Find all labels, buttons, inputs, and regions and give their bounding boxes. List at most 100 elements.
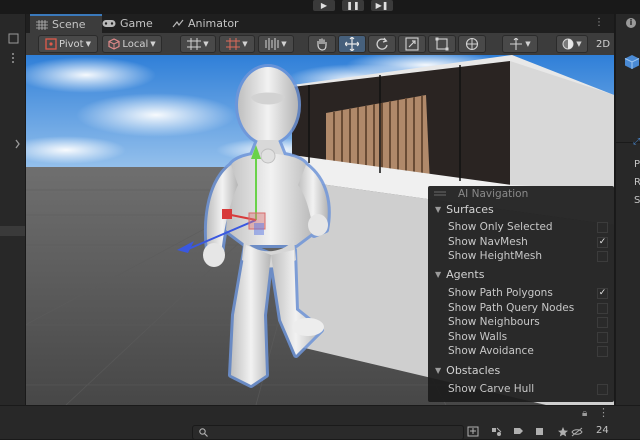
pause-icon: ❚❚: [346, 1, 360, 10]
option-label: Show Walls: [448, 331, 508, 343]
pivot-label: Pivot: [59, 38, 84, 50]
option-show-carve-hull[interactable]: Show Carve Hull: [448, 382, 608, 396]
foldout-arrow-icon: ▼: [435, 205, 442, 214]
chevron-right-icon: [15, 139, 20, 149]
checkbox[interactable]: [597, 250, 608, 262]
section-obstacles-label: Obstacles: [446, 364, 501, 377]
animator-icon: [172, 19, 184, 27]
increment-snap-dropdown[interactable]: ▼: [219, 35, 255, 53]
section-obstacles[interactable]: ▼ Obstacles: [435, 364, 500, 377]
checkbox[interactable]: [597, 331, 608, 343]
option-label: Show Path Query Nodes: [448, 302, 575, 314]
gamepad-icon: [102, 20, 116, 27]
step-button[interactable]: ▶❚: [371, 0, 393, 11]
option-show-path-query-nodes[interactable]: Show Path Query Nodes: [448, 301, 608, 315]
view-2d-toggle[interactable]: 2D: [592, 35, 614, 53]
chevron-down-icon: ▼: [525, 40, 531, 48]
align-dropdown[interactable]: ▼: [258, 35, 294, 53]
section-agents[interactable]: ▼ Agents: [435, 268, 484, 281]
play-button[interactable]: ▶: [313, 0, 335, 11]
foldout-arrow-icon: ▼: [435, 366, 442, 375]
hand-icon: [317, 38, 327, 51]
option-show-walls[interactable]: Show Walls: [448, 330, 608, 344]
star-icon: [558, 427, 568, 437]
tab-game-label: Game: [120, 17, 153, 30]
checkbox[interactable]: [597, 345, 608, 357]
option-show-path-polygons[interactable]: Show Path Polygons ✓: [448, 286, 608, 300]
option-label: Show Avoidance: [448, 345, 534, 357]
move-tool-button[interactable]: [338, 35, 366, 53]
foldout-arrow-icon: ▼: [435, 270, 442, 279]
section-agents-label: Agents: [446, 268, 485, 281]
inspector-panel: i ⤢ P R S: [615, 14, 640, 409]
tab-animator[interactable]: Animator: [172, 14, 239, 33]
checkbox[interactable]: [597, 302, 608, 314]
selected-row: [0, 226, 25, 236]
chevron-down-icon: ▼: [85, 40, 91, 48]
rect-transform-icon: [435, 37, 449, 51]
position-label: P: [634, 159, 640, 170]
pivot-dropdown[interactable]: Pivot ▼: [38, 35, 98, 53]
grid-snap-icon: [187, 38, 202, 50]
layout-icon: [8, 33, 19, 44]
tools-icon: [510, 38, 523, 50]
pivot-icon: [45, 38, 57, 50]
hidden-packages-count: 24: [596, 425, 609, 436]
scene-tab-bar: Scene Game Animator ⋮: [26, 14, 614, 33]
transform-tool-button[interactable]: [458, 35, 486, 53]
option-show-neighbours[interactable]: Show Neighbours: [448, 315, 608, 329]
shading-sphere-icon: [562, 38, 574, 50]
grid-snap-dropdown[interactable]: ▼: [180, 35, 216, 53]
option-label: Show Carve Hull: [448, 383, 535, 395]
space-dropdown[interactable]: Local ▼: [102, 35, 162, 53]
step-icon: ▶❚: [375, 1, 389, 10]
chevron-down-icon: ▼: [576, 40, 582, 48]
search-icon: [199, 428, 208, 437]
shading-mode-dropdown[interactable]: ▼: [556, 35, 588, 53]
option-show-heightmesh[interactable]: Show HeightMesh: [448, 249, 608, 263]
cube-icon: [108, 38, 120, 50]
option-show-avoidance[interactable]: Show Avoidance: [448, 344, 608, 358]
grid-icon: [36, 19, 48, 30]
info-icon[interactable]: i: [626, 18, 636, 28]
scale-icon: [405, 37, 419, 51]
section-surfaces[interactable]: ▼ Surfaces: [435, 203, 494, 216]
checkbox[interactable]: [597, 221, 608, 233]
filter-type-icon: [492, 427, 502, 436]
checkbox[interactable]: [597, 316, 608, 328]
tab-more-icon[interactable]: ⋮: [591, 16, 607, 30]
chevron-down-icon: ▼: [203, 40, 209, 48]
scale-label: S: [634, 195, 640, 206]
filter-label-icon: [514, 428, 523, 434]
checkmark-icon: ✓: [598, 237, 607, 247]
project-toolbar-icons: [467, 426, 583, 437]
drag-handle-icon[interactable]: [434, 190, 454, 198]
checkbox[interactable]: ✓: [597, 287, 608, 299]
move-icon: [345, 37, 359, 51]
more-options-icon[interactable]: ⋮: [598, 406, 609, 419]
gizmo-tools-dropdown[interactable]: ▼: [502, 35, 538, 53]
lock-icon[interactable]: 🔒︎: [582, 408, 587, 419]
rect-tool-button[interactable]: [428, 35, 456, 53]
option-label: Show Path Polygons: [448, 287, 553, 299]
tab-game[interactable]: Game: [102, 14, 153, 33]
hidden-packages-icon: [571, 427, 583, 437]
tab-scene[interactable]: Scene: [30, 14, 102, 33]
rotate-tool-button[interactable]: [368, 35, 396, 53]
overlay-header[interactable]: AI Navigation: [428, 186, 614, 202]
checkbox[interactable]: ✓: [597, 236, 608, 248]
space-label: Local: [122, 38, 149, 50]
option-label: Show NavMesh: [448, 236, 528, 248]
option-show-only-selected[interactable]: Show Only Selected: [448, 220, 608, 234]
filter-favorite-icon: [536, 428, 543, 435]
checkbox[interactable]: [597, 383, 608, 395]
align-icon: [265, 38, 279, 50]
hand-tool-button[interactable]: [308, 35, 336, 53]
transform-icon: [465, 37, 479, 51]
option-label: Show Neighbours: [448, 316, 540, 328]
scale-tool-button[interactable]: [398, 35, 426, 53]
option-show-navmesh[interactable]: Show NavMesh ✓: [448, 235, 608, 249]
cube-icon: [624, 55, 640, 69]
pause-button[interactable]: ❚❚: [342, 0, 364, 11]
transform-section-icon: ⤢: [633, 137, 640, 147]
